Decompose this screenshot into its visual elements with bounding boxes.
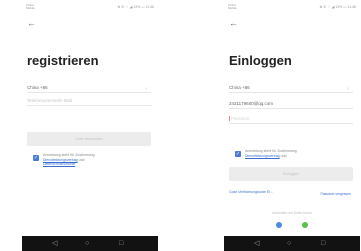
status-icons: ⊕ ✆ ⌔ ◢ 13% ▭ 11:46 bbox=[117, 5, 155, 9]
chevron-right-icon: › bbox=[145, 86, 147, 92]
navigation-bar: ◁ ○ □ bbox=[224, 236, 360, 251]
forgot-password-link[interactable]: Passwort vergessen bbox=[320, 192, 351, 196]
country-selector[interactable]: China +86 › bbox=[229, 84, 353, 93]
agree-checkbox[interactable]: ✓ bbox=[33, 155, 39, 161]
register-screen: China Mobile ⊕ ✆ ⌔ ◢ 13% ▭ 11:46 ← regis… bbox=[22, 0, 158, 251]
status-bar: China Mobile ⊕ ✆ ⌔ ◢ 13% ▭ 11:46 bbox=[224, 0, 360, 14]
password-input[interactable]: Passwort bbox=[229, 115, 353, 124]
code-login-link[interactable]: Code-Verifizierungscode Ei... bbox=[229, 190, 289, 194]
nav-back-icon[interactable]: ◁ bbox=[52, 239, 57, 248]
chevron-right-icon: › bbox=[347, 86, 349, 92]
navigation-bar: ◁ ○ □ bbox=[22, 236, 158, 251]
back-arrow-icon[interactable]: ← bbox=[27, 19, 36, 28]
nav-recent-icon[interactable]: □ bbox=[321, 239, 325, 248]
account-input[interactable]: Telefonnummer/E-Mail bbox=[27, 97, 151, 106]
nav-back-icon[interactable]: ◁ bbox=[254, 239, 259, 248]
nav-home-icon[interactable]: ○ bbox=[287, 239, 291, 248]
carrier-label: China Mobile bbox=[26, 3, 35, 10]
page-title: registrieren bbox=[27, 53, 99, 68]
status-icons: ⊕ ✆ ⌔ ◢ 13% ▭ 11:46 bbox=[319, 5, 357, 9]
back-arrow-icon[interactable]: ← bbox=[229, 19, 238, 28]
get-code-button[interactable]: Code bekommen bbox=[27, 132, 151, 146]
login-links-row: Code-Verifizierungscode Ei... Passwort v… bbox=[229, 190, 353, 196]
social-login-icon[interactable] bbox=[276, 222, 282, 228]
nav-recent-icon[interactable]: □ bbox=[119, 239, 123, 248]
service-agreement-link[interactable]: Dienstleistungsvertrag bbox=[43, 158, 78, 162]
country-label: China +86 bbox=[229, 85, 250, 90]
page-title: Einloggen bbox=[229, 53, 292, 68]
privacy-policy-link[interactable]: Datenschutzrichtlinie bbox=[43, 162, 75, 166]
country-label: China +86 bbox=[27, 85, 48, 90]
nav-home-icon[interactable]: ○ bbox=[85, 239, 89, 248]
carrier-label: China Mobile bbox=[228, 3, 237, 10]
agree-checkbox[interactable]: ✓ bbox=[235, 151, 241, 157]
text-cursor bbox=[229, 116, 230, 121]
account-input[interactable]: 2421179600@qq.com bbox=[229, 100, 353, 109]
status-bar: China Mobile ⊕ ✆ ⌔ ◢ 13% ▭ 11:46 bbox=[22, 0, 158, 14]
agreement-text: Anmeldung steht für Zustimmung Dienstlei… bbox=[245, 149, 297, 158]
country-selector[interactable]: China +86 › bbox=[27, 84, 151, 93]
service-agreement-link[interactable]: Dienstleistungsvertrag bbox=[245, 154, 280, 158]
password-placeholder: Passwort bbox=[231, 116, 250, 121]
wechat-login-icon[interactable] bbox=[302, 222, 308, 228]
login-screen: China Mobile ⊕ ✆ ⌔ ◢ 13% ▭ 11:46 ← Einlo… bbox=[224, 0, 360, 251]
other-login-label: Anmelden mit Dritte-Konto bbox=[272, 211, 312, 215]
agreement-text: Anmeldung steht für Zustimmung Dienstlei… bbox=[43, 153, 95, 167]
login-button[interactable]: Einloggen bbox=[229, 167, 353, 181]
